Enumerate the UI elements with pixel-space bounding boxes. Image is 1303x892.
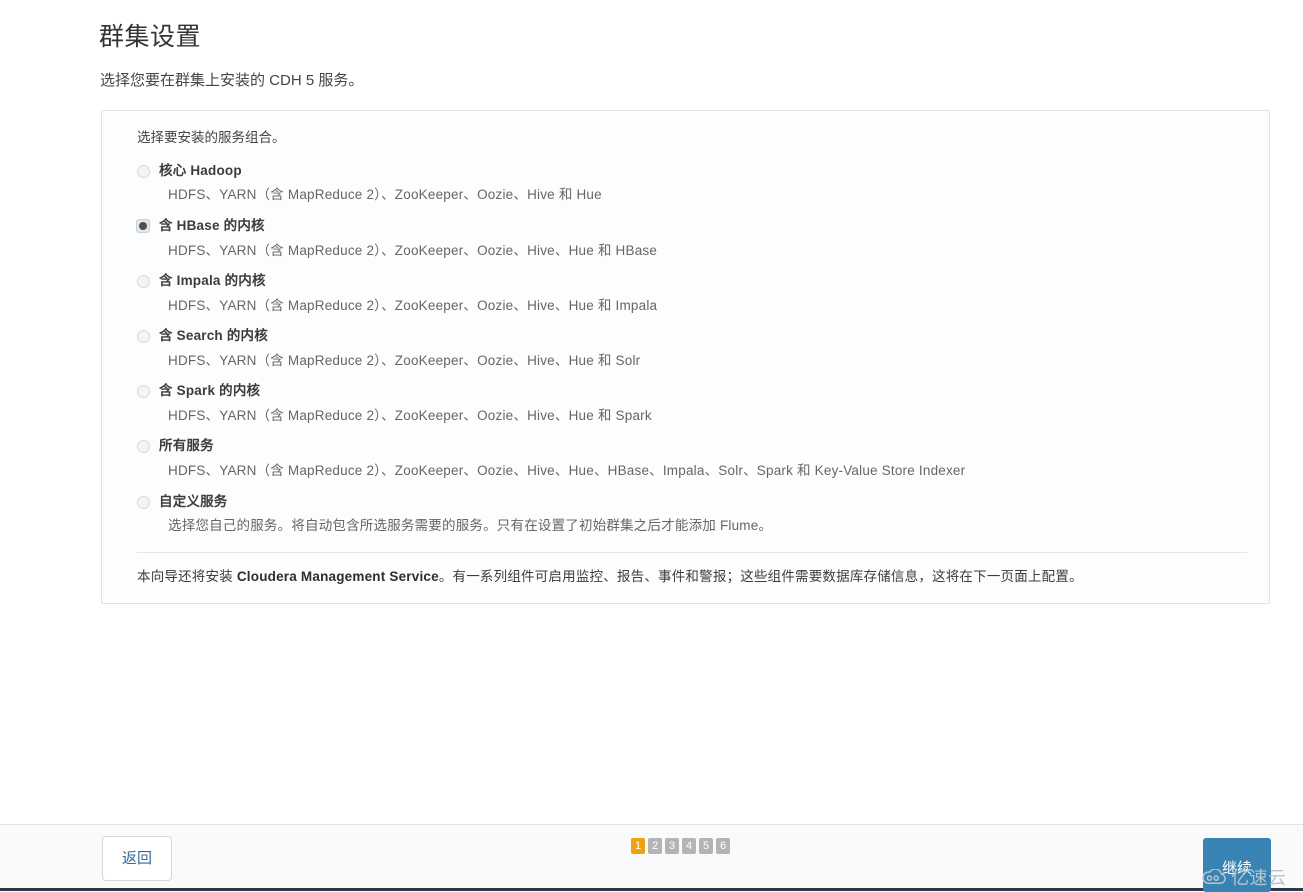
option-description: HDFS、YARN（含 MapReduce 2）、ZooKeeper、Oozie… — [168, 297, 658, 313]
step-indicator-3[interactable]: 3 — [665, 838, 679, 854]
option-label: 所有服务 — [159, 438, 214, 454]
option-core-with-impala[interactable]: 含 Impala 的内核 HDFS、YARN（含 MapReduce 2）、Zo… — [122, 272, 1249, 315]
page-title: 群集设置 — [99, 23, 202, 51]
option-label: 含 Spark 的内核 — [159, 383, 261, 399]
radio-icon-core-with-hbase[interactable] — [136, 219, 150, 233]
panel-divider — [137, 551, 1247, 553]
note-text-before: 本向导还将安装 — [137, 568, 237, 584]
option-core-hadoop[interactable]: 核心 Hadoop HDFS、YARN（含 MapReduce 2）、ZooKe… — [122, 162, 1249, 205]
page-subtitle: 选择您要在群集上安装的 CDH 5 服务。 — [100, 72, 364, 89]
radio-icon-all-services[interactable] — [137, 440, 150, 454]
radio-icon-core-with-spark[interactable] — [137, 385, 150, 399]
bottom-rule — [0, 888, 1303, 891]
option-core-with-hbase[interactable]: 含 HBase 的内核 HDFS、YARN（含 MapReduce 2）、Zoo… — [122, 217, 1249, 260]
option-label: 含 Impala 的内核 — [159, 273, 266, 289]
option-description: HDFS、YARN（含 MapReduce 2）、ZooKeeper、Oozie… — [168, 242, 658, 258]
note-text-after: 。有一系列组件可启用监控、报告、事件和警报；这些组件需要数据库存储信息，这将在下… — [438, 568, 1083, 584]
radio-icon-custom-services[interactable] — [137, 495, 150, 509]
option-description: HDFS、YARN（含 MapReduce 2）、ZooKeeper、Oozie… — [168, 407, 652, 423]
option-core-with-spark[interactable]: 含 Spark 的内核 HDFS、YARN（含 MapReduce 2）、Zoo… — [122, 382, 1249, 425]
option-label: 含 HBase 的内核 — [159, 218, 265, 233]
step-indicator-2[interactable]: 2 — [648, 838, 662, 854]
option-description: HDFS、YARN（含 MapReduce 2）、ZooKeeper、Oozie… — [168, 187, 602, 203]
radio-icon-core-hadoop[interactable] — [137, 164, 150, 178]
option-all-services[interactable]: 所有服务 HDFS、YARN（含 MapReduce 2）、ZooKeeper、… — [122, 437, 1249, 480]
option-description: 选择您自己的服务。将自动包含所选服务需要的服务。只有在设置了初始群集之后才能添加… — [168, 518, 773, 534]
panel-intro-text: 选择要安装的服务组合。 — [137, 130, 286, 145]
management-service-note: 本向导还将安装 Cloudera Management Service。有一系列… — [122, 567, 1249, 587]
option-label: 自定义服务 — [159, 493, 228, 509]
radio-icon-core-with-search[interactable] — [137, 330, 150, 344]
page-content: 群集设置 选择您要在群集上安装的 CDH 5 服务。 选择要安装的服务组合。 核… — [0, 0, 1303, 824]
wizard-footer-bar: 返回 1 2 3 4 5 6 — [0, 824, 1303, 890]
option-label: 核心 Hadoop — [159, 162, 242, 178]
option-label: 含 Search 的内核 — [159, 328, 268, 344]
option-core-with-search[interactable]: 含 Search 的内核 HDFS、YARN（含 MapReduce 2）、Zo… — [122, 327, 1249, 370]
step-indicator-6[interactable]: 6 — [716, 838, 730, 854]
service-selection-panel: 选择要安装的服务组合。 核心 Hadoop HDFS、YARN（含 MapRed… — [101, 110, 1270, 604]
step-indicator-4[interactable]: 4 — [682, 838, 696, 854]
continue-button[interactable]: 继续 — [1203, 838, 1271, 892]
back-button[interactable]: 返回 — [102, 836, 172, 881]
option-custom-services[interactable]: 自定义服务 选择您自己的服务。将自动包含所选服务需要的服务。只有在设置了初始群集… — [122, 493, 1249, 536]
option-description: HDFS、YARN（含 MapReduce 2）、ZooKeeper、Oozie… — [168, 352, 641, 368]
radio-icon-core-with-impala[interactable] — [137, 275, 150, 289]
step-indicator-5[interactable]: 5 — [699, 838, 713, 854]
step-indicator-1[interactable]: 1 — [631, 838, 645, 854]
option-description: HDFS、YARN（含 MapReduce 2）、ZooKeeper、Oozie… — [168, 462, 966, 478]
wizard-step-indicator: 1 2 3 4 5 6 — [631, 838, 730, 854]
note-text-strong: Cloudera Management Service — [236, 568, 439, 584]
